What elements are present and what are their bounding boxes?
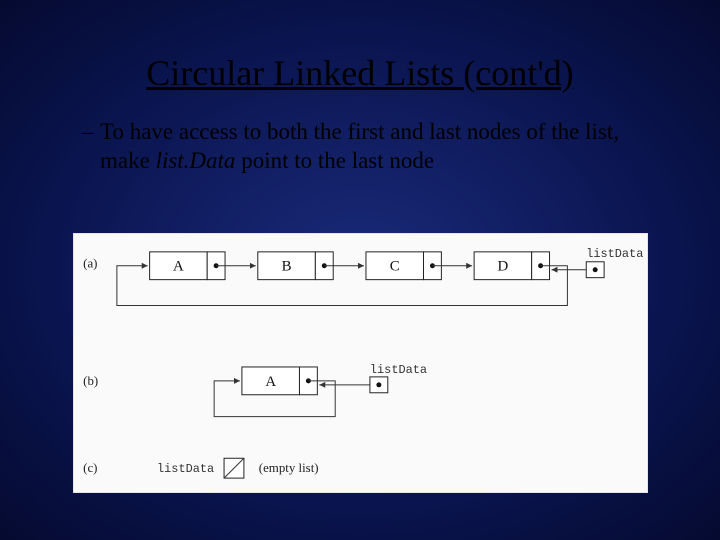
diagram-panel: (a) A B C D listData (b) A bbox=[73, 233, 648, 493]
bullet-point: – To have access to both the first and l… bbox=[0, 94, 720, 176]
node-a-label: A bbox=[173, 259, 184, 275]
listdata-c-label: listData bbox=[157, 462, 214, 476]
bullet-italic: list.Data bbox=[156, 148, 236, 173]
node-d-label: D bbox=[498, 259, 509, 275]
listdata-b-dot bbox=[376, 382, 381, 387]
node-c-label: C bbox=[390, 259, 400, 275]
diagram-svg: (a) A B C D listData (b) A bbox=[74, 234, 647, 492]
empty-list-caption: (empty list) bbox=[259, 461, 319, 475]
node-b-label: B bbox=[282, 259, 292, 275]
row-a-label: (a) bbox=[83, 257, 97, 271]
row-b-nodes: A bbox=[242, 367, 317, 395]
bullet-dash: – bbox=[82, 118, 100, 147]
row-b-label: (b) bbox=[83, 374, 98, 388]
slide-title: Circular Linked Lists (cont'd) bbox=[0, 0, 720, 94]
row-c-label: (c) bbox=[83, 461, 97, 475]
bullet-text-2: point to the last node bbox=[235, 148, 434, 173]
listdata-b-label: listData bbox=[370, 363, 427, 377]
node-b-a-label: A bbox=[265, 374, 276, 390]
listdata-a-label: listData bbox=[586, 247, 643, 261]
listdata-a-dot bbox=[593, 267, 598, 272]
